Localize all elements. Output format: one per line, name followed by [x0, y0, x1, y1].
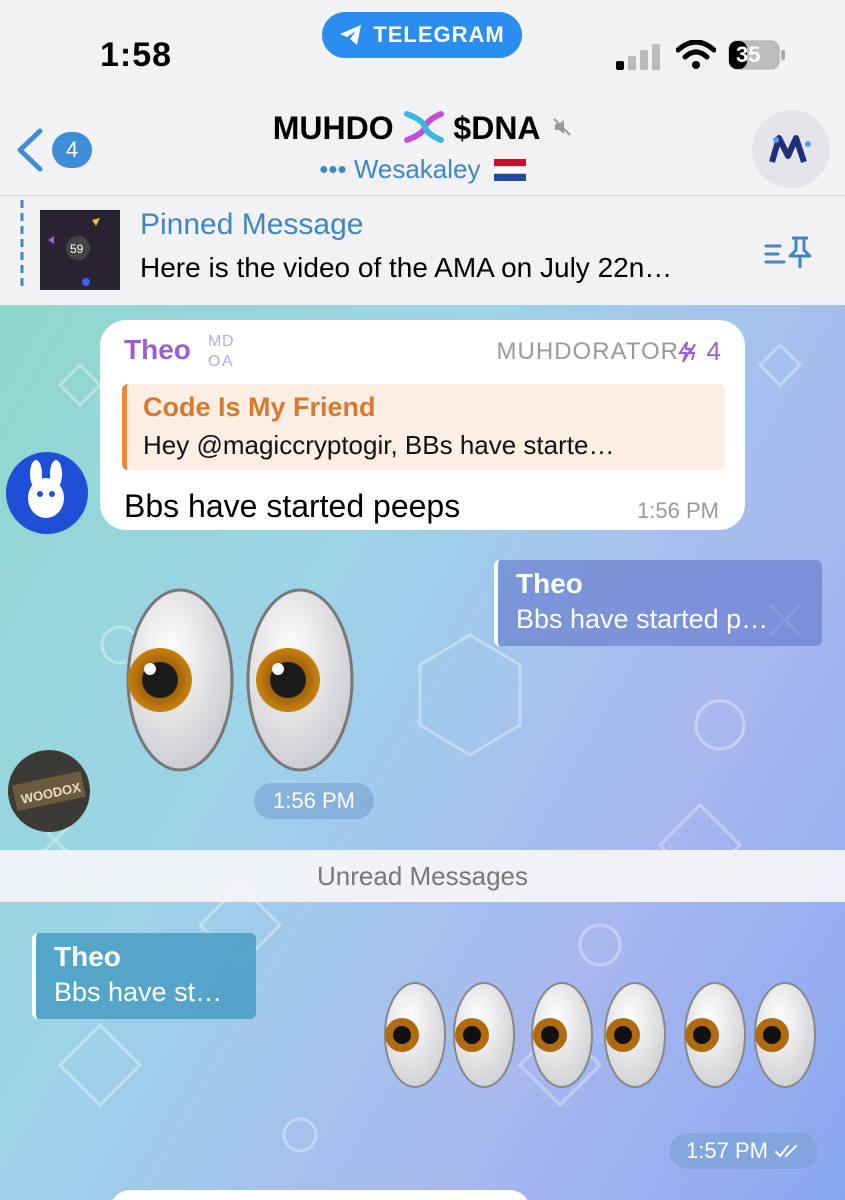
sender-avatar-theo[interactable]: [6, 452, 88, 534]
unread-divider: Unread Messages: [0, 850, 845, 902]
muhdo-badge-icon: M D O A: [208, 333, 234, 370]
message-text: Bbs have started peeps: [124, 488, 461, 524]
reply-text: Hey @magiccryptogir, BBs have starte…: [143, 430, 615, 460]
group-avatar[interactable]: [752, 110, 830, 188]
svg-text:M: M: [208, 333, 221, 350]
reply-sender: Theo: [516, 568, 583, 599]
eyes-emoji-row[interactable]: [380, 980, 820, 1090]
reply-preview[interactable]: Theo Bbs have started p…: [494, 560, 822, 646]
message-time: 1:57 PM: [670, 1133, 818, 1169]
reply-sender: Theo: [54, 941, 121, 972]
chat-title[interactable]: MUHDO $DNA: [0, 110, 845, 147]
wifi-icon: [676, 40, 716, 69]
muhdo-logo-icon: [769, 135, 811, 163]
signal-icon: [616, 44, 660, 70]
reply-text: Bbs have started p…: [516, 604, 769, 634]
svg-text:A: A: [222, 353, 233, 370]
typing-indicator: •••: [319, 154, 347, 184]
subtitle-user: Wesakaley: [353, 154, 481, 184]
pinned-message-bar[interactable]: [0, 195, 845, 306]
eyes-emoji-icon: [384, 982, 515, 1088]
telegram-pill-label: TELEGRAM: [373, 22, 505, 47]
pinned-thumb-number: 59: [70, 242, 84, 256]
reply-text: Bbs have st…: [54, 977, 223, 1007]
boost-badge: 4: [677, 336, 721, 367]
message-time: 1:56 PM: [254, 783, 374, 819]
pinned-title: Pinned Message: [140, 208, 364, 241]
reply-preview[interactable]: Code Is My Friend Hey @magiccryptogir, B…: [122, 384, 725, 470]
muted-icon: [553, 118, 571, 136]
message-time: 1:56 PM: [637, 498, 719, 523]
message-time-text: 1:56 PM: [273, 788, 355, 813]
next-message-bubble: [110, 1190, 530, 1200]
battery-icon: 35: [728, 40, 786, 70]
eyes-emoji-icon: [684, 982, 816, 1088]
sender-name[interactable]: Theo: [124, 334, 191, 366]
telegram-icon: [340, 25, 362, 45]
chat-title-suffix: $DNA: [453, 110, 540, 146]
double-check-icon: [774, 1145, 797, 1158]
boost-count: 4: [706, 336, 721, 366]
svg-text:O: O: [208, 353, 220, 370]
pinned-indicator: [20, 200, 24, 288]
telegram-pill[interactable]: TELEGRAM: [322, 12, 522, 58]
admin-role-label: MUHDORATOR: [496, 338, 679, 365]
eyes-emoji-icon: [531, 982, 666, 1088]
chat-title-prefix: MUHDO: [272, 110, 394, 146]
chat-subtitle: ••• Wesakaley: [0, 154, 845, 185]
battery-level: 35: [736, 42, 761, 67]
lightning-icon: [678, 341, 697, 363]
sender-avatar-woodox[interactable]: WOODOX: [8, 750, 90, 832]
bunny-mascot-icon: [28, 460, 64, 518]
netherlands-flag-icon: [493, 159, 526, 181]
clock: 1:58: [100, 36, 173, 74]
chat-area[interactable]: Theo M D O A MUHDORATOR 4 Code Is My Fri…: [0, 305, 845, 1200]
message-time-text: 1:57 PM: [686, 1138, 768, 1163]
pin-list-icon[interactable]: [762, 232, 814, 272]
dna-emoji-icon: [403, 111, 444, 143]
reply-sender: Code Is My Friend: [143, 392, 376, 422]
svg-text:D: D: [222, 333, 234, 350]
woodox-logo: WOODOX: [12, 771, 86, 811]
pinned-text: Here is the video of the AMA on July 22n…: [140, 252, 673, 283]
reply-preview[interactable]: Theo Bbs have st…: [32, 933, 256, 1019]
pinned-thumbnail: 59: [40, 210, 120, 290]
eyes-emoji-icon[interactable]: [120, 585, 370, 775]
message-bubble[interactable]: Theo M D O A MUHDORATOR 4 Code Is My Fri…: [100, 320, 745, 530]
